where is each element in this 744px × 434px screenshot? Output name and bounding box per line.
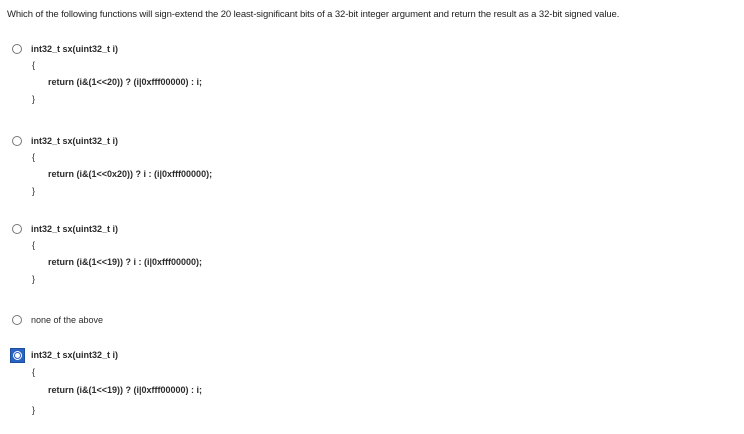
option-open-brace: {	[32, 240, 36, 250]
radio-button-icon[interactable]	[12, 315, 22, 325]
option-close-brace: }	[32, 94, 36, 104]
option-body: return (i&(1<<20)) ? (i|0xfff00000) : i;	[48, 77, 203, 87]
option-signature: int32_t sx(uint32_t i)	[31, 44, 119, 54]
option-body: return (i&(1<<0x20)) ? i : (i|0xfff00000…	[48, 169, 213, 179]
option-signature: int32_t sx(uint32_t i)	[31, 350, 119, 360]
option-label: none of the above	[31, 315, 104, 325]
option-open-brace: {	[32, 60, 36, 70]
radio-button-icon[interactable]	[12, 136, 22, 146]
radio-button-icon[interactable]	[12, 224, 22, 234]
option-body: return (i&(1<<19)) ? (i|0xfff00000) : i;	[48, 385, 203, 395]
question-text: Which of the following functions will si…	[7, 9, 620, 20]
radio-dot-icon	[15, 353, 20, 358]
option-close-brace: }	[32, 405, 36, 415]
option-signature: int32_t sx(uint32_t i)	[31, 224, 119, 234]
radio-button-selected-icon[interactable]	[10, 348, 25, 363]
option-close-brace: }	[32, 186, 36, 196]
option-signature: int32_t sx(uint32_t i)	[31, 136, 119, 146]
option-open-brace: {	[32, 367, 36, 377]
option-close-brace: }	[32, 274, 36, 284]
option-open-brace: {	[32, 152, 36, 162]
option-body: return (i&(1<<19)) ? i : (i|0xfff00000);	[48, 257, 203, 267]
radio-button-icon[interactable]	[12, 44, 22, 54]
